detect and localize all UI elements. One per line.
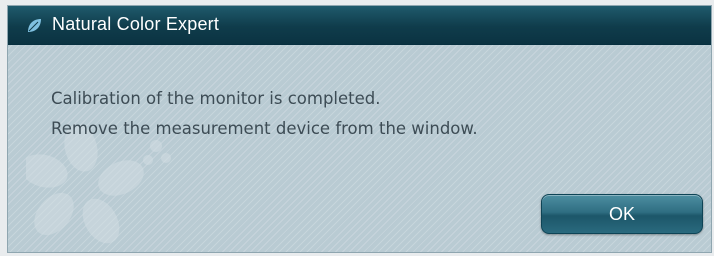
message-text: Calibration of the monitor is completed.… — [51, 84, 478, 144]
flower-watermark-icon — [26, 126, 171, 244]
window-title: Natural Color Expert — [52, 14, 220, 34]
title-bar[interactable]: Natural Color Expert — [8, 6, 711, 45]
ok-button[interactable]: OK — [541, 194, 703, 234]
leaf-icon — [28, 19, 41, 32]
message-line-1: Calibration of the monitor is completed. — [51, 89, 381, 108]
message-line-2: Remove the measurement device from the w… — [51, 119, 478, 138]
dialog-window: Natural Color Expert Calibration of the … — [8, 6, 711, 252]
screen: Natural Color Expert Calibration of the … — [0, 0, 714, 256]
